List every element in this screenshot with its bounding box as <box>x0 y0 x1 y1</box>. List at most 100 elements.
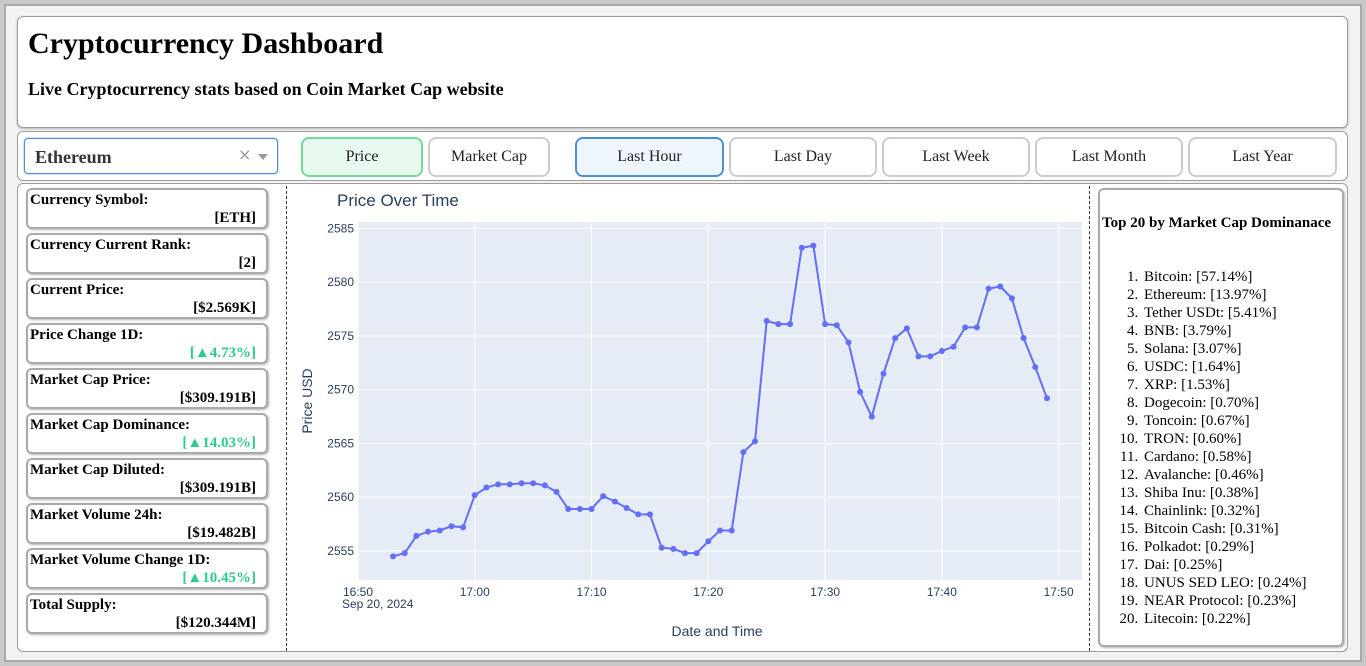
data-point[interactable] <box>973 324 980 331</box>
stat-label: Currency Symbol: <box>30 192 149 208</box>
data-point[interactable] <box>483 484 490 491</box>
stat-value: [▲10.45%] <box>182 570 256 586</box>
data-point[interactable] <box>425 528 432 535</box>
data-point[interactable] <box>927 353 934 360</box>
data-point[interactable] <box>752 438 759 445</box>
data-point[interactable] <box>915 353 922 360</box>
chart-title: Price Over Time <box>337 191 459 210</box>
data-point[interactable] <box>892 335 899 342</box>
list-item: Litecoin: [0.22%] <box>1142 610 1307 628</box>
stat-label: Current Price: <box>30 282 125 298</box>
stat-label: Market Cap Diluted: <box>30 462 165 478</box>
price-chart[interactable]: Price Over Time 2555 2560 2565 2570 2575 2580… <box>294 186 1084 651</box>
last-month-button[interactable]: Last Month <box>1035 137 1183 177</box>
data-point[interactable] <box>635 511 642 518</box>
data-point[interactable] <box>1008 295 1015 302</box>
data-point[interactable] <box>962 324 969 331</box>
controls-bar: Ethereum × Price Market Cap Last Hour La… <box>17 131 1348 181</box>
data-point[interactable] <box>717 527 723 534</box>
stat-card: Price Change 1D: [▲4.73%] <box>26 323 268 364</box>
data-point[interactable] <box>600 493 607 500</box>
data-point[interactable] <box>787 321 794 328</box>
data-point[interactable] <box>810 242 817 249</box>
stat-value: [$120.344M] <box>175 615 256 631</box>
data-point[interactable] <box>460 524 467 531</box>
data-point[interactable] <box>553 488 560 495</box>
price-chart-svg[interactable]: Price Over Time 2555 2560 2565 2570 2575 2580… <box>294 186 1084 651</box>
data-point[interactable] <box>763 317 770 324</box>
data-point[interactable] <box>658 544 665 551</box>
data-point[interactable] <box>1043 395 1050 402</box>
price-button[interactable]: Price <box>301 137 423 177</box>
main-panel: Currency Symbol: [ETH] Currency Current … <box>17 183 1348 652</box>
data-point[interactable] <box>693 550 700 557</box>
data-point[interactable] <box>576 506 583 513</box>
market-cap-button[interactable]: Market Cap <box>428 137 550 177</box>
data-point[interactable] <box>623 504 630 511</box>
chevron-down-icon[interactable] <box>258 154 268 160</box>
data-point[interactable] <box>530 480 537 487</box>
stat-label: Market Cap Price: <box>30 372 151 388</box>
stat-card: Market Volume 24h: [$19.482B] <box>26 503 268 544</box>
data-point[interactable] <box>495 481 502 488</box>
last-day-button[interactable]: Last Day <box>729 137 877 177</box>
data-point[interactable] <box>448 523 455 530</box>
data-point[interactable] <box>518 480 525 487</box>
stat-value: [$19.482B] <box>187 525 256 541</box>
data-point[interactable] <box>1032 364 1039 371</box>
data-point[interactable] <box>857 388 864 395</box>
data-point[interactable] <box>985 285 992 292</box>
data-point[interactable] <box>938 348 945 355</box>
plot-area[interactable] <box>358 222 1082 580</box>
stat-card: Market Cap Dominance: [▲14.03%] <box>26 413 268 454</box>
last-hour-button[interactable]: Last Hour <box>575 137 724 177</box>
list-item: NEAR Protocol: [0.23%] <box>1142 592 1307 610</box>
data-point[interactable] <box>903 325 910 332</box>
y-axis-ticks: 2555 2560 2565 2570 2575 2580 2585 <box>327 221 354 558</box>
list-item: BNB: [3.79%] <box>1142 322 1307 340</box>
data-point[interactable] <box>728 527 735 534</box>
data-point[interactable] <box>588 506 595 513</box>
list-item: Cardano: [0.58%] <box>1142 448 1307 466</box>
data-point[interactable] <box>390 553 397 560</box>
x-tick-label: 17:00 <box>460 585 490 599</box>
data-point[interactable] <box>880 370 887 377</box>
data-point[interactable] <box>798 244 805 251</box>
data-point[interactable] <box>401 550 408 557</box>
stat-value: [$2.569K] <box>193 300 256 316</box>
list-item: Dogecoin: [0.70%] <box>1142 394 1307 412</box>
stat-card: Currency Symbol: [ETH] <box>26 188 268 229</box>
last-week-button[interactable]: Last Week <box>882 137 1030 177</box>
data-point[interactable] <box>436 527 443 534</box>
data-point[interactable] <box>670 545 677 552</box>
last-year-button[interactable]: Last Year <box>1188 137 1337 177</box>
data-point[interactable] <box>565 506 572 513</box>
data-point[interactable] <box>646 511 653 518</box>
x-axis-date-label: Sep 20, 2024 <box>342 597 414 611</box>
data-point[interactable] <box>868 413 875 420</box>
data-point[interactable] <box>997 283 1004 290</box>
data-point[interactable] <box>705 538 712 545</box>
data-point[interactable] <box>681 550 688 557</box>
data-point[interactable] <box>506 481 513 488</box>
data-point[interactable] <box>740 449 747 456</box>
data-point[interactable] <box>413 532 420 539</box>
data-point[interactable] <box>541 482 548 489</box>
data-point[interactable] <box>611 498 618 505</box>
y-tick-label: 2555 <box>327 544 354 558</box>
y-tick-label: 2585 <box>327 221 354 235</box>
data-point[interactable] <box>950 343 957 350</box>
clear-icon[interactable]: × <box>238 145 251 164</box>
top20-panel: Top 20 by Market Cap Dominanace Bitcoin:… <box>1098 188 1344 647</box>
currency-select[interactable]: Ethereum × <box>24 138 278 174</box>
data-point[interactable] <box>775 321 782 328</box>
data-point[interactable] <box>471 492 478 499</box>
page-title: Cryptocurrency Dashboard <box>28 27 384 60</box>
data-point[interactable] <box>822 321 829 328</box>
stat-value: [$309.191B] <box>179 480 256 496</box>
data-point[interactable] <box>1020 335 1027 342</box>
stat-card: Market Cap Price: [$309.191B] <box>26 368 268 409</box>
stat-value: [▲14.03%] <box>182 435 256 451</box>
data-point[interactable] <box>833 322 840 329</box>
data-point[interactable] <box>845 339 852 346</box>
